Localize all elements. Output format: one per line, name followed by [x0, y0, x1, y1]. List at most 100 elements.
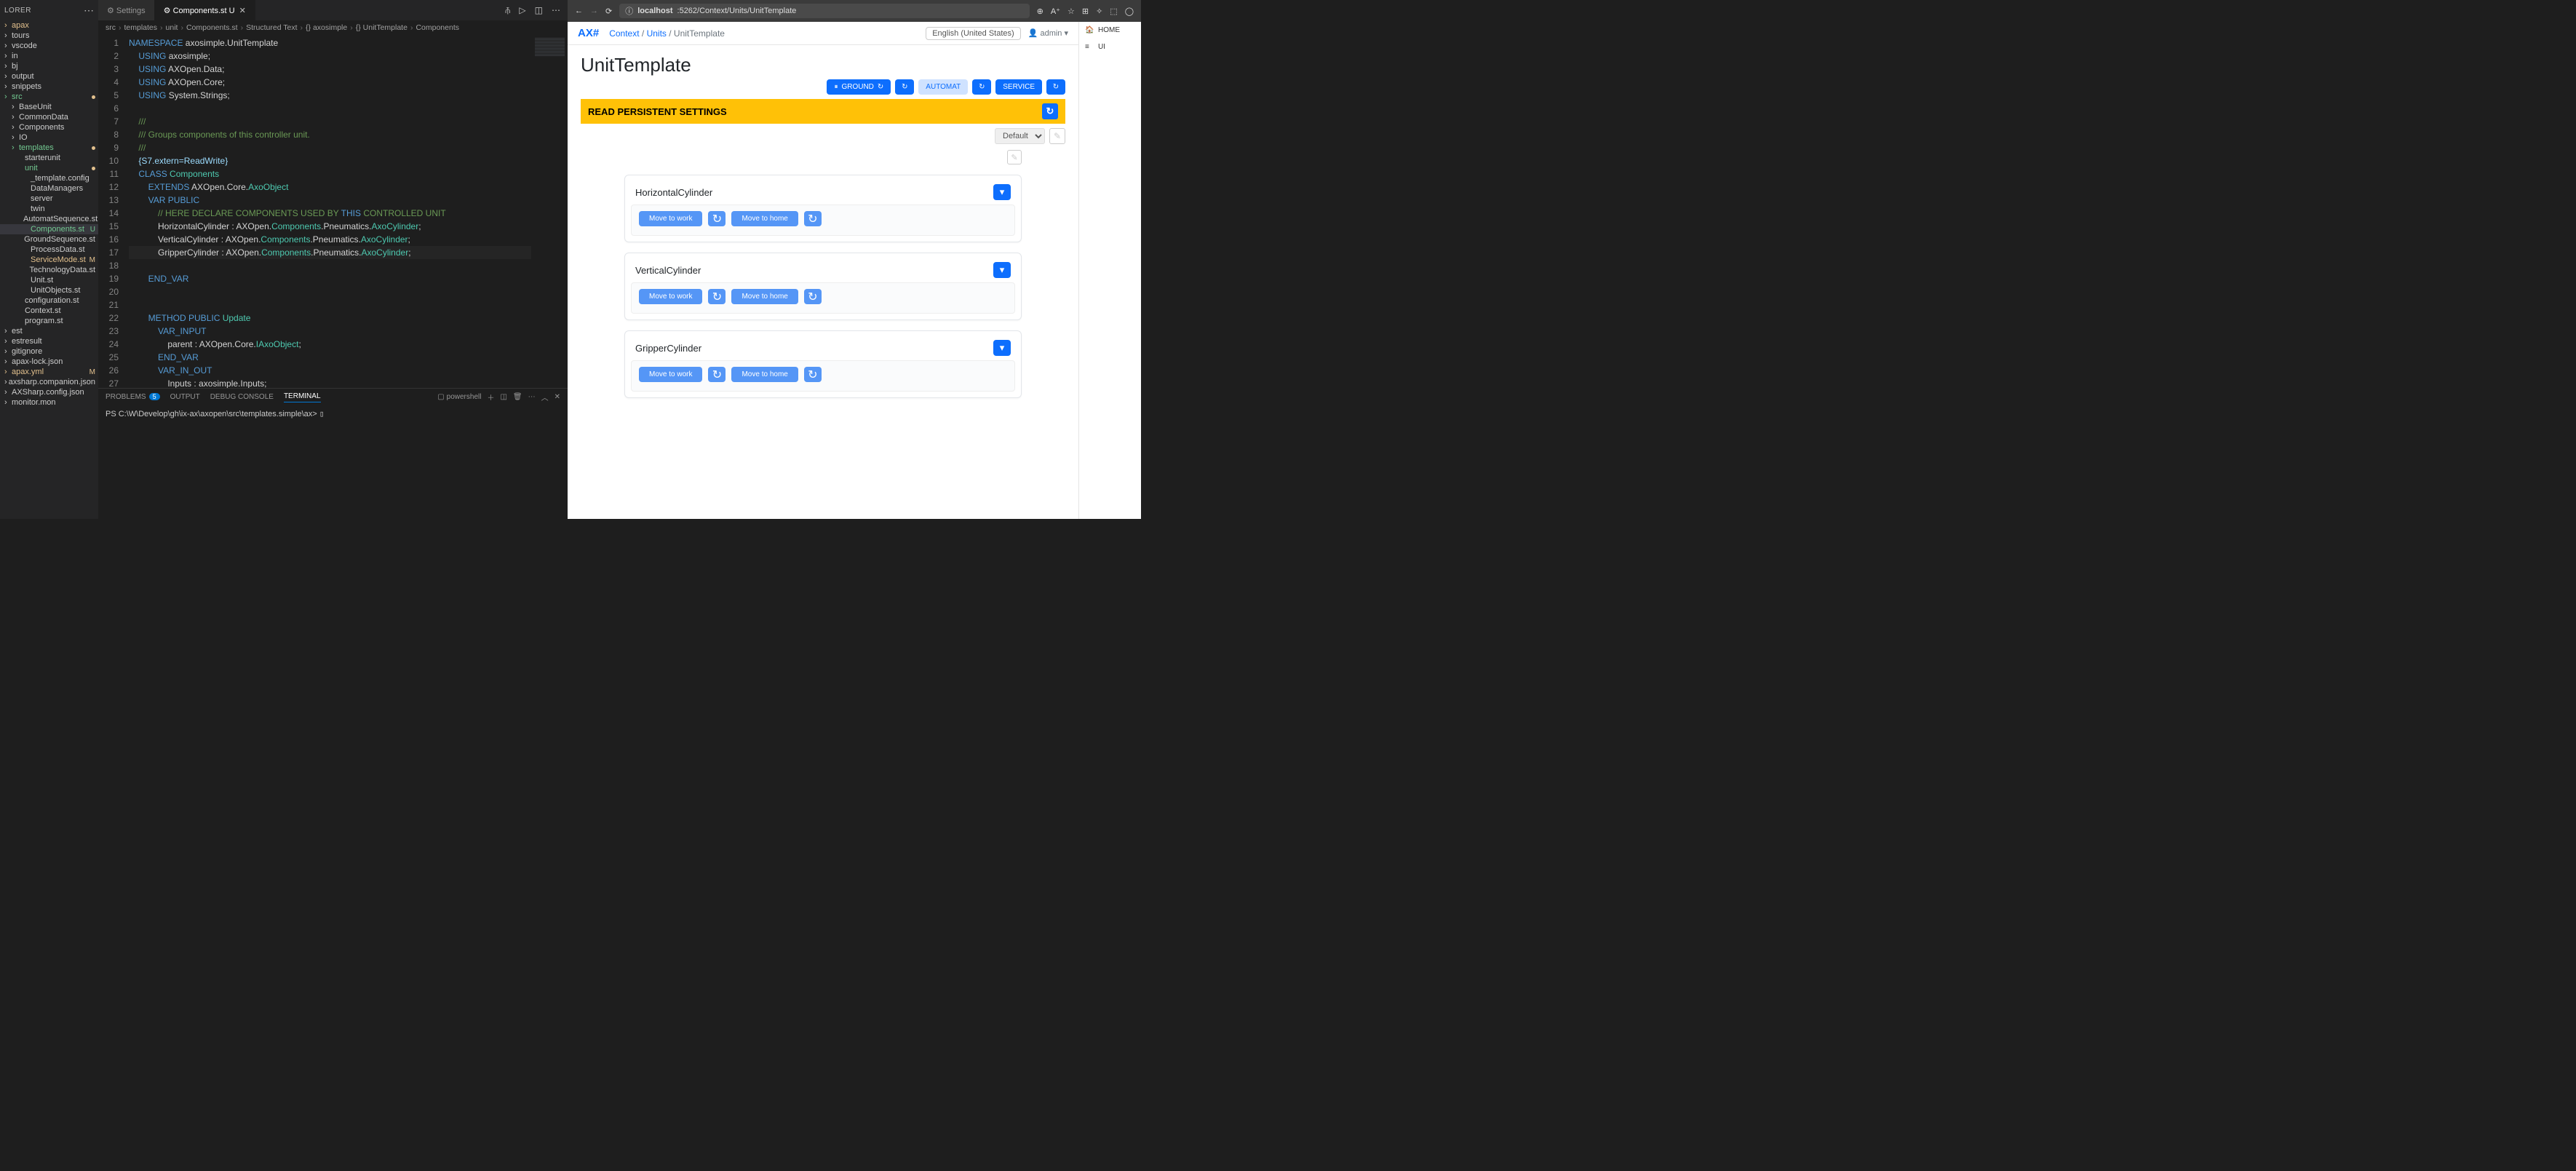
compare-icon[interactable]: ⫚ — [505, 5, 510, 16]
home-refresh-icon[interactable]: ↻ — [804, 289, 822, 304]
breadcrumb-item[interactable]: src — [106, 23, 116, 32]
site-info-icon[interactable]: ⓘ — [625, 5, 633, 17]
more-icon[interactable]: ⋯ — [84, 4, 94, 17]
profile-icon[interactable]: ◯ — [1125, 7, 1134, 16]
forward-icon[interactable]: → — [590, 7, 598, 15]
explorer-item[interactable]: unit — [0, 163, 98, 173]
tab-terminal[interactable]: TERMINAL — [284, 392, 321, 402]
breadcrumb-item[interactable]: unit — [166, 23, 178, 32]
list-edit-icon[interactable]: ✎ — [1007, 150, 1022, 164]
explorer-item[interactable]: ›apax.ymlM — [0, 367, 98, 377]
service-refresh-button[interactable]: ↻ — [1046, 79, 1065, 95]
explorer-tree[interactable]: ›apax›tours›vscode›in›bj›output›snippets… — [0, 20, 98, 519]
edit-icon[interactable]: ✎ — [1049, 128, 1065, 144]
more-tab-icon[interactable]: ⋯ — [552, 5, 560, 16]
breadcrumb-item[interactable]: Structured Text — [246, 23, 297, 32]
new-terminal-icon[interactable]: ＋ — [487, 392, 494, 402]
breadcrumb-item[interactable]: Components.st — [186, 23, 238, 32]
explorer-item[interactable]: ›gitignore — [0, 346, 98, 357]
code-editor[interactable]: NAMESPACE axosimple.UnitTemplate USING a… — [129, 35, 531, 388]
home-refresh-icon[interactable]: ↻ — [804, 211, 822, 226]
move-to-work-button[interactable]: Move to work — [639, 289, 702, 304]
explorer-item[interactable]: ›in — [0, 51, 98, 61]
shell-picker[interactable]: ▢ powershell — [437, 393, 481, 401]
explorer-item[interactable]: ›CommonData — [0, 112, 98, 122]
explorer-item[interactable]: ›Components — [0, 122, 98, 132]
breadcrumb-context[interactable]: Context — [609, 28, 639, 39]
tab-output[interactable]: OUTPUT — [170, 393, 200, 401]
explorer-item[interactable]: twin — [0, 204, 98, 214]
breadcrumbs[interactable]: src›templates›unit›Components.st›Structu… — [98, 20, 568, 35]
work-refresh-icon[interactable]: ↻ — [708, 367, 726, 382]
back-icon[interactable]: ← — [575, 7, 583, 15]
run-icon[interactable]: ▷ — [519, 5, 525, 16]
chevron-up-icon[interactable]: ︿ — [541, 392, 549, 402]
move-to-home-button[interactable]: Move to home — [731, 289, 798, 304]
explorer-item[interactable]: ›BaseUnit — [0, 102, 98, 112]
app-logo[interactable]: AX# — [578, 27, 599, 39]
breadcrumb-item[interactable]: {} UnitTemplate — [356, 23, 408, 32]
view-select[interactable]: Default — [995, 128, 1045, 144]
home-refresh-icon[interactable]: ↻ — [804, 367, 822, 382]
automat-button[interactable]: AUTOMAT — [918, 79, 968, 95]
explorer-item[interactable]: starterunit — [0, 153, 98, 163]
explorer-item[interactable]: ›vscode — [0, 41, 98, 51]
split-terminal-icon[interactable]: ◫ — [500, 393, 506, 401]
trash-icon[interactable]: 🗑 — [513, 393, 522, 401]
explorer-item[interactable]: _template.config — [0, 173, 98, 183]
explorer-item[interactable]: ServiceMode.stM — [0, 255, 98, 265]
explorer-item[interactable]: ›monitor.mon — [0, 397, 98, 408]
banner-expand-icon[interactable]: ↻ — [1042, 103, 1058, 119]
explorer-item[interactable]: ›est — [0, 326, 98, 336]
explorer-item[interactable]: ›apax-lock.json — [0, 357, 98, 367]
explorer-item[interactable]: ›snippets — [0, 82, 98, 92]
nav-home[interactable]: 🏠HOME — [1079, 22, 1141, 39]
refresh-icon[interactable]: ⟳ — [605, 7, 612, 16]
explorer-item[interactable]: Unit.st — [0, 275, 98, 285]
explorer-item[interactable]: ›output — [0, 71, 98, 82]
close-panel-icon[interactable]: ✕ — [554, 393, 560, 401]
tab-problems[interactable]: PROBLEMS5 — [106, 393, 160, 401]
language-picker[interactable]: English (United States) — [926, 27, 1021, 40]
read-aloud-icon[interactable]: A⁺ — [1051, 7, 1060, 16]
explorer-item[interactable]: ›estresult — [0, 336, 98, 346]
user-menu[interactable]: 👤 admin ▾ — [1028, 28, 1068, 38]
explorer-item[interactable]: Components.stU — [0, 224, 98, 234]
explorer-item[interactable]: DataManagers — [0, 183, 98, 194]
move-to-home-button[interactable]: Move to home — [731, 367, 798, 382]
breadcrumb-units[interactable]: Units — [647, 28, 667, 39]
explorer-item[interactable]: UnitObjects.st — [0, 285, 98, 295]
move-to-work-button[interactable]: Move to work — [639, 367, 702, 382]
work-refresh-icon[interactable]: ↻ — [708, 289, 726, 304]
collections-icon[interactable]: ⊞ — [1082, 7, 1089, 16]
favorite-icon[interactable]: ☆ — [1068, 7, 1075, 16]
explorer-item[interactable]: ›tours — [0, 31, 98, 41]
tab-debug[interactable]: DEBUG CONSOLE — [210, 393, 274, 401]
explorer-item[interactable]: GroundSequence.st — [0, 234, 98, 245]
explorer-item[interactable]: ›IO — [0, 132, 98, 143]
explorer-item[interactable]: AutomatSequence.st — [0, 214, 98, 224]
nav-ui[interactable]: ≡UI — [1079, 39, 1141, 55]
editor-tab[interactable]: ⚙ Settings — [98, 0, 155, 20]
more-terminal-icon[interactable]: ⋯ — [528, 393, 536, 401]
move-to-work-button[interactable]: Move to work — [639, 211, 702, 226]
explorer-item[interactable]: ›AXSharp.config.json — [0, 387, 98, 397]
editor-tab[interactable]: ⚙ Components.st U✕ — [155, 0, 255, 20]
move-to-home-button[interactable]: Move to home — [731, 211, 798, 226]
ground-refresh-button[interactable]: ↻ — [895, 79, 914, 95]
automat-refresh-button[interactable]: ↻ — [972, 79, 991, 95]
address-bar[interactable]: ⓘ localhost:5262/Context/Units/UnitTempl… — [619, 4, 1029, 18]
expand-button[interactable]: ▾ — [993, 262, 1011, 278]
ground-button[interactable]: ⏸ GROUND ↻ — [827, 79, 891, 95]
explorer-item[interactable]: ›apax — [0, 20, 98, 31]
explorer-item[interactable]: ›src — [0, 92, 98, 102]
breadcrumb-item[interactable]: templates — [124, 23, 158, 32]
explorer-item[interactable]: configuration.st — [0, 295, 98, 306]
explorer-item[interactable]: ›axsharp.companion.json — [0, 377, 98, 387]
expand-button[interactable]: ▾ — [993, 340, 1011, 356]
breadcrumb-item[interactable]: Components — [416, 23, 459, 32]
explorer-item[interactable]: ›templates — [0, 143, 98, 153]
zoom-icon[interactable]: ⊕ — [1037, 7, 1043, 16]
breadcrumb-item[interactable]: {} axosimple — [306, 23, 347, 32]
minimap[interactable] — [531, 35, 568, 388]
